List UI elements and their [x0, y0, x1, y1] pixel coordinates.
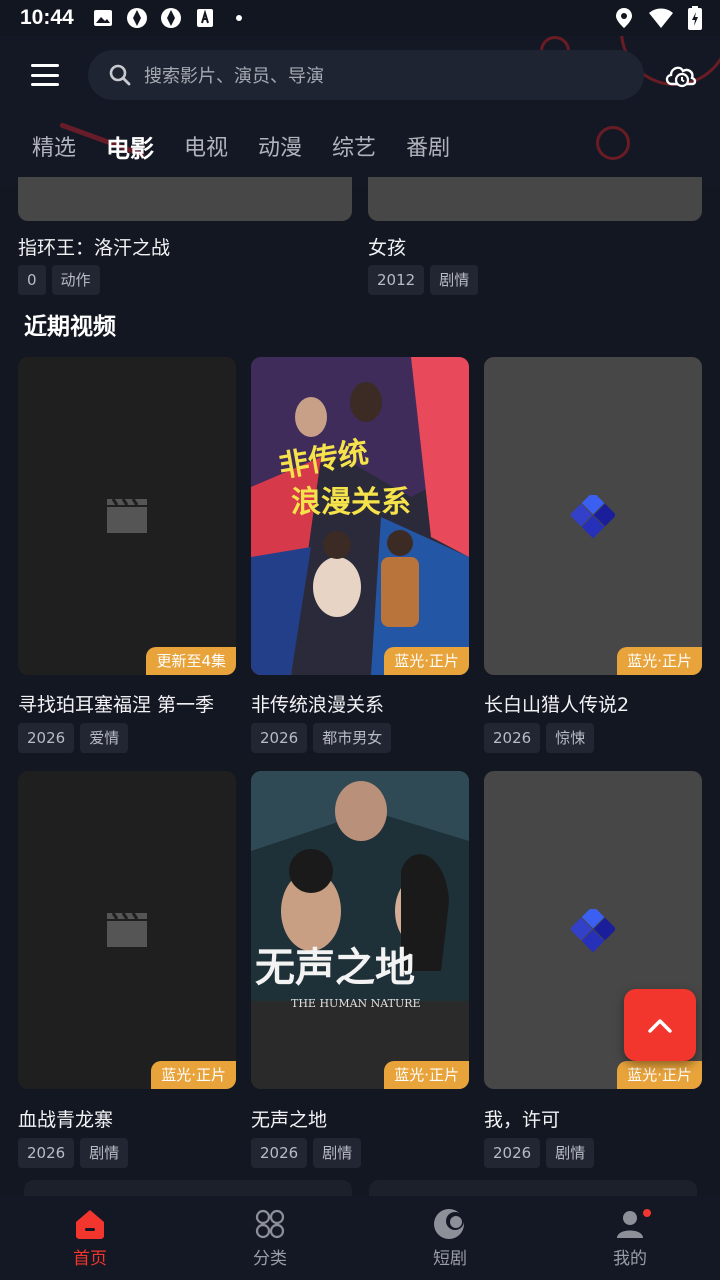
- nav-label: 我的: [613, 1249, 647, 1269]
- search-input[interactable]: 搜索影片、演员、导演: [88, 50, 644, 100]
- poster-card[interactable]: [18, 177, 352, 221]
- tag-chip: 动作: [51, 265, 100, 295]
- poster-card[interactable]: 无声之地 THE HUMAN NATURE 蓝光·正片: [251, 771, 469, 1089]
- status-bar: 10:44: [0, 0, 720, 36]
- clapperboard-icon: [107, 499, 147, 533]
- genre-chip: 都市男女: [313, 723, 392, 753]
- gallery-icon: [93, 10, 112, 26]
- grid-icon: [255, 1209, 285, 1239]
- nav-shorts[interactable]: 短剧: [360, 1196, 540, 1280]
- genre-chip: 剧情: [80, 1138, 129, 1168]
- clapperboard-icon: [107, 913, 147, 947]
- genre-chip: 爱情: [80, 723, 129, 753]
- tag-chip: 剧情: [430, 265, 479, 295]
- video-title[interactable]: 我，许可: [484, 1105, 560, 1132]
- chevron-up-icon: [648, 1019, 672, 1033]
- loading-cubes-icon: [571, 495, 615, 539]
- tag-list: 2026 剧情: [484, 1138, 600, 1168]
- year-chip: 2026: [484, 723, 541, 753]
- year-chip: 2026: [251, 723, 308, 753]
- cloud-sync-icon[interactable]: [662, 56, 700, 94]
- loading-cubes-icon: [571, 909, 615, 953]
- location-icon: [616, 8, 632, 28]
- poster-card[interactable]: 蓝光·正片: [18, 771, 236, 1089]
- video-title[interactable]: 女孩: [368, 233, 406, 260]
- status-badge: 蓝光·正片: [617, 647, 702, 675]
- genre-chip: 剧情: [546, 1138, 595, 1168]
- nav-label: 短剧: [433, 1249, 467, 1269]
- scroll-to-top-button[interactable]: [624, 989, 696, 1061]
- svg-text:浪漫关系: 浪漫关系: [291, 485, 411, 520]
- header: 搜索影片、演员、导演 精选 电影 电视 动漫 综艺 番剧: [0, 36, 720, 186]
- year-chip: 2026: [18, 723, 75, 753]
- poster-card[interactable]: 非传统 浪漫关系 蓝光·正片: [251, 357, 469, 675]
- font-icon: [196, 9, 213, 27]
- notification-dot: [640, 1206, 654, 1220]
- nav-label: 分类: [253, 1249, 287, 1269]
- genre-chip: 惊悚: [546, 723, 595, 753]
- year-chip: 2026: [484, 1138, 541, 1168]
- tag-list: 2026 剧情: [18, 1138, 134, 1168]
- poster-image: 非传统 浪漫关系: [251, 357, 469, 675]
- tag-list: 2012 剧情: [368, 265, 484, 295]
- tab-anime[interactable]: 动漫: [258, 130, 302, 162]
- video-title[interactable]: 血战青龙寨: [18, 1105, 113, 1132]
- year-chip: 2026: [251, 1138, 308, 1168]
- status-badge: 蓝光·正片: [617, 1061, 702, 1089]
- tab-movies[interactable]: 电影: [106, 129, 154, 164]
- tag-chip: 0: [18, 265, 46, 295]
- status-badge: 蓝光·正片: [384, 1061, 469, 1089]
- tag-chip: 2012: [368, 265, 425, 295]
- section-title: 近期视频: [24, 314, 116, 340]
- tab-variety[interactable]: 综艺: [332, 130, 376, 162]
- video-title[interactable]: 寻找珀耳塞福涅 第一季: [18, 690, 214, 717]
- home-icon: [76, 1210, 104, 1239]
- search-icon: [109, 64, 131, 86]
- year-chip: 2026: [18, 1138, 75, 1168]
- tab-tv[interactable]: 电视: [184, 130, 228, 162]
- tag-list: 2026 爱情: [18, 723, 134, 753]
- genre-chip: 剧情: [313, 1138, 362, 1168]
- status-badge: 蓝光·正片: [151, 1061, 236, 1089]
- menu-icon: [31, 64, 59, 67]
- video-title[interactable]: 指环王：洛汗之战: [18, 233, 170, 260]
- poster-card[interactable]: [368, 177, 702, 221]
- poster-card[interactable]: 蓝光·正片: [484, 357, 702, 675]
- nav-home[interactable]: 首页: [0, 1196, 180, 1280]
- shorts-icon: [434, 1209, 464, 1239]
- poster-card[interactable]: [24, 1180, 352, 1196]
- dot-icon: [235, 15, 242, 21]
- nav-profile[interactable]: 我的: [540, 1196, 720, 1280]
- battery-icon: [688, 6, 702, 30]
- nav-category[interactable]: 分类: [180, 1196, 360, 1280]
- video-title[interactable]: 无声之地: [251, 1105, 327, 1132]
- svg-text:无声之地: 无声之地: [255, 944, 415, 991]
- tag-list: 2026 都市男女: [251, 723, 397, 753]
- aperture-icon: [160, 8, 181, 28]
- tag-list: 2026 剧情: [251, 1138, 367, 1168]
- status-badge: 更新至4集: [146, 647, 236, 675]
- aperture-icon: [126, 8, 147, 28]
- svg-text:THE HUMAN NATURE: THE HUMAN NATURE: [291, 997, 421, 1010]
- category-tabs: 精选 电影 电视 动漫 综艺 番剧: [0, 124, 720, 168]
- tag-list: 2026 惊悚: [484, 723, 600, 753]
- status-time: 10:44: [20, 6, 74, 29]
- tab-bangumi[interactable]: 番剧: [406, 130, 450, 162]
- video-title[interactable]: 长白山猎人传说2: [484, 690, 629, 717]
- poster-card[interactable]: 更新至4集: [18, 357, 236, 675]
- status-badge: 蓝光·正片: [384, 647, 469, 675]
- poster-card[interactable]: [369, 1180, 697, 1196]
- search-placeholder: 搜索影片、演员、导演: [144, 66, 324, 87]
- tag-list: 0 动作: [18, 265, 106, 295]
- bottom-nav: 首页 分类 短剧 我的: [0, 1196, 720, 1280]
- content-scroll[interactable]: 指环王：洛汗之战 女孩 0 动作 2012 剧情 近期视频 更新至4集 非传统 …: [0, 177, 720, 1196]
- wifi-icon: [649, 8, 673, 28]
- poster-image: 无声之地 THE HUMAN NATURE: [251, 771, 469, 1089]
- nav-label: 首页: [73, 1249, 107, 1269]
- menu-button[interactable]: [28, 60, 62, 90]
- video-title[interactable]: 非传统浪漫关系: [251, 690, 384, 717]
- tab-featured[interactable]: 精选: [32, 130, 76, 162]
